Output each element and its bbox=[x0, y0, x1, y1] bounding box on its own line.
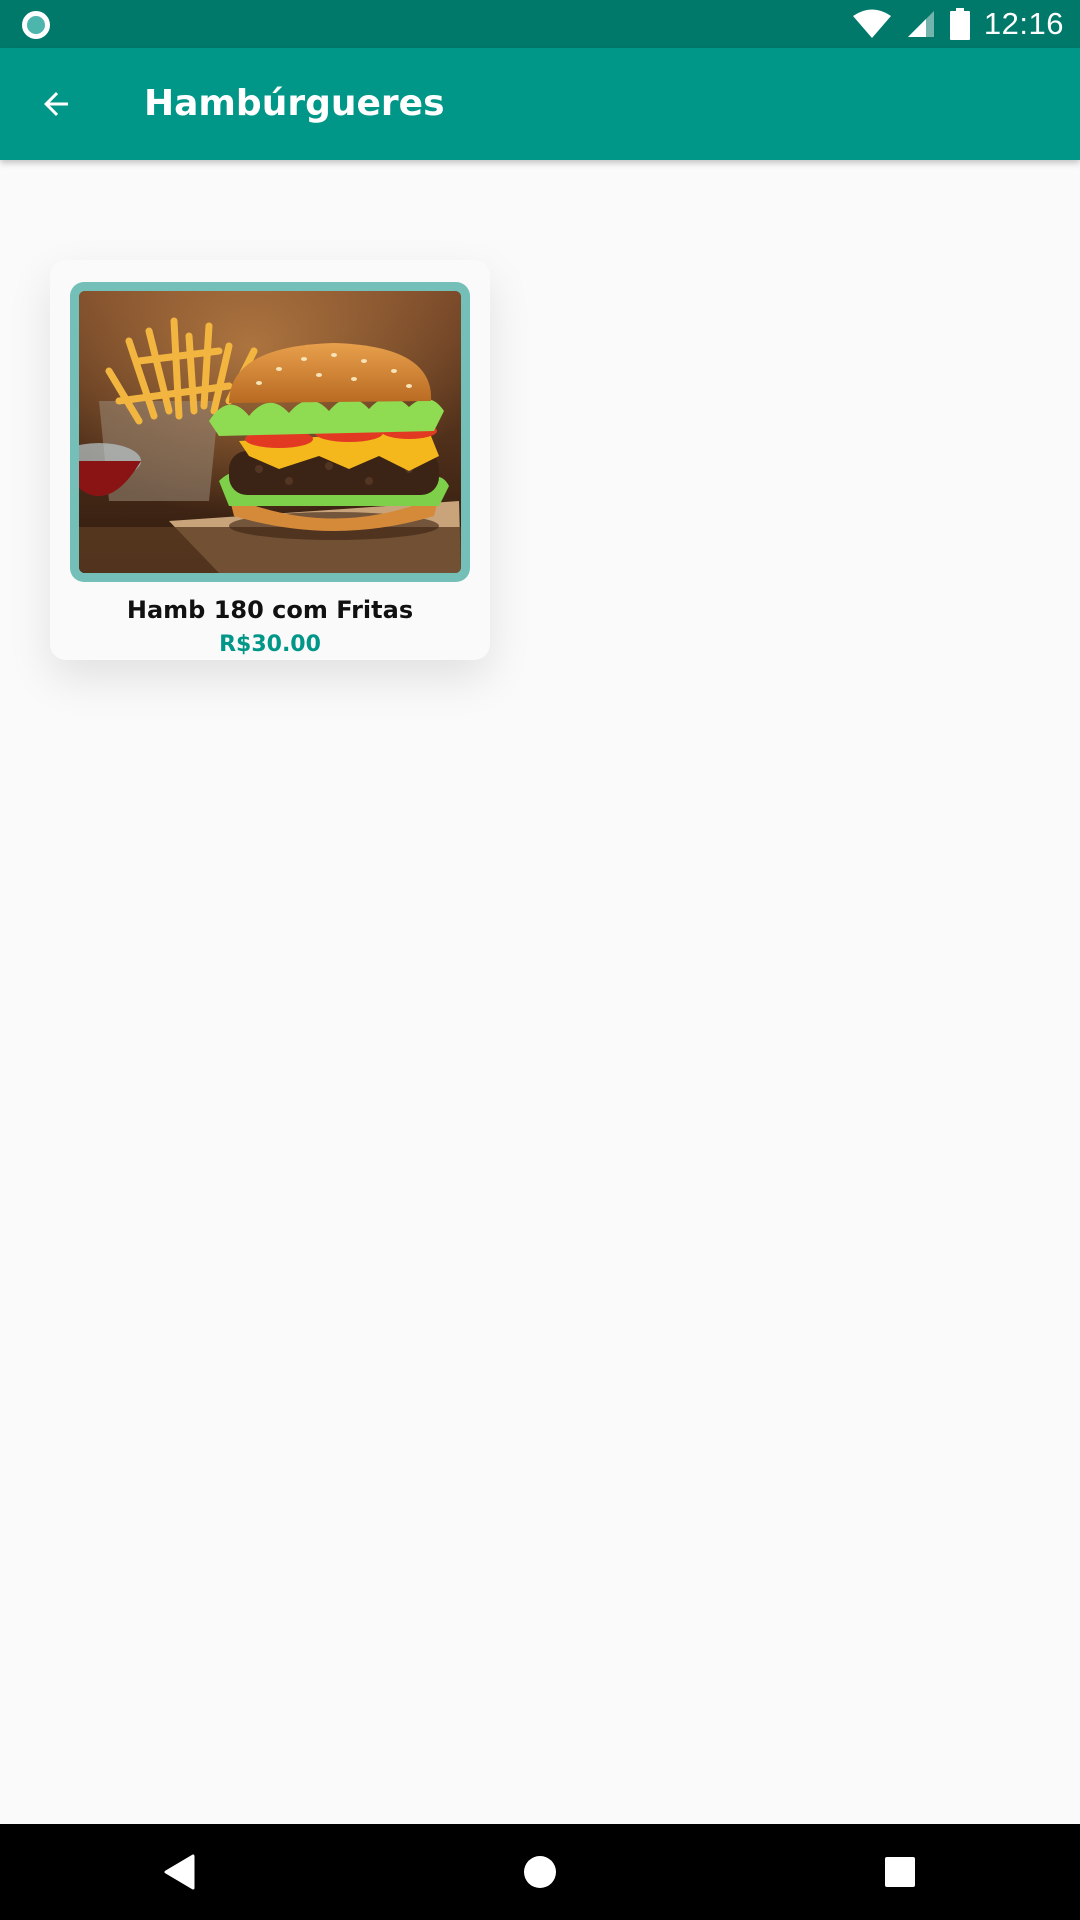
battery-icon bbox=[949, 8, 970, 40]
back-triangle-icon bbox=[164, 1854, 195, 1890]
wifi-icon bbox=[852, 9, 891, 38]
product-grid: Hamb 180 com Fritas R$30.00 bbox=[0, 160, 1080, 1824]
page-title: Hambúrgueres bbox=[144, 83, 445, 124]
system-nav-bar bbox=[0, 1824, 1080, 1920]
status-bar: 12:16 bbox=[0, 0, 1080, 48]
recents-square-icon bbox=[885, 1857, 915, 1887]
app-bar: Hambúrgueres bbox=[0, 48, 1080, 160]
back-button[interactable] bbox=[24, 72, 88, 136]
product-card[interactable]: Hamb 180 com Fritas R$30.00 bbox=[50, 260, 490, 660]
nav-recents-button[interactable] bbox=[840, 1824, 960, 1920]
status-icons: 12:16 bbox=[852, 0, 1064, 48]
nav-back-button[interactable] bbox=[120, 1824, 240, 1920]
arrow-back-icon bbox=[44, 92, 68, 116]
burger-with-fries-image bbox=[79, 291, 461, 573]
product-name: Hamb 180 com Fritas bbox=[126, 596, 414, 624]
status-time: 12:16 bbox=[983, 6, 1064, 41]
circle-notification-icon bbox=[22, 11, 50, 39]
cell-signal-icon bbox=[907, 11, 934, 37]
nav-home-button[interactable] bbox=[480, 1824, 600, 1920]
home-circle-icon bbox=[524, 1856, 556, 1888]
product-image-frame bbox=[70, 282, 470, 582]
product-price: R$30.00 bbox=[219, 632, 321, 657]
